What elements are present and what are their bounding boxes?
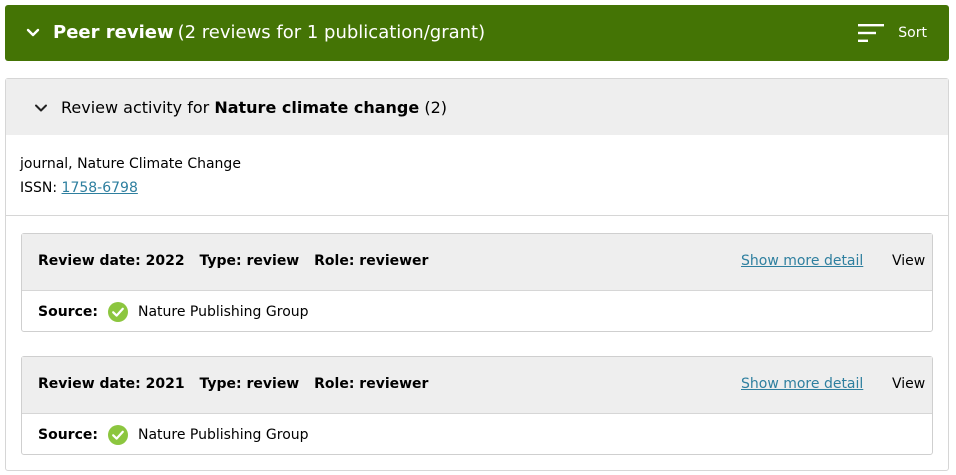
issn-line: ISSN: 1758-6798: [20, 176, 241, 200]
issn-link[interactable]: 1758-6798: [62, 180, 138, 196]
review-type: Type: review: [199, 376, 300, 392]
group-count: (2): [424, 98, 447, 117]
sort-label: Sort: [898, 25, 927, 41]
review-date: Review date: 2021: [38, 376, 185, 392]
source-value: Nature Publishing Group: [137, 304, 309, 320]
review-source: Source: Nature Publishing Group: [38, 424, 309, 446]
review-group-card: Review activity for Nature climate chang…: [5, 78, 949, 471]
source-label: Source:: [38, 427, 98, 443]
source-value: Nature Publishing Group: [137, 427, 309, 443]
review-group-header[interactable]: Review activity for Nature climate chang…: [6, 79, 948, 135]
sort-icon: [858, 24, 885, 42]
review-item: Review date: 2022 Type: review Role: rev…: [21, 233, 933, 332]
section-count: (2 reviews for 1 publication/grant): [177, 22, 486, 43]
review-role: Role: reviewer: [314, 253, 429, 269]
section-title-label: Peer review: [53, 22, 174, 43]
peer-review-header[interactable]: Peer review (2 reviews for 1 publication/…: [5, 5, 949, 61]
check-circle-icon: [107, 425, 128, 445]
journal-meta: journal, Nature Climate Change ISSN: 175…: [20, 152, 241, 200]
review-type: Type: review: [199, 253, 300, 269]
review-group-title: Review activity for Nature climate chang…: [61, 97, 447, 119]
review-date: Review date: 2022: [38, 253, 185, 269]
review-facts: Review date: 2021 Type: review Role: rev…: [38, 376, 438, 392]
review-source: Source: Nature Publishing Group: [38, 301, 309, 323]
view-button[interactable]: View: [892, 253, 925, 269]
journal-name: Nature climate change: [214, 98, 420, 117]
chevron-down-icon[interactable]: [34, 101, 48, 115]
group-prefix: Review activity for: [61, 98, 210, 117]
review-role: Role: reviewer: [314, 376, 429, 392]
section-title: Peer review (2 reviews for 1 publication/…: [53, 21, 485, 45]
review-item-header: Review date: 2022 Type: review Role: rev…: [22, 234, 932, 291]
view-button[interactable]: View: [892, 376, 925, 392]
journal-type-line: journal, Nature Climate Change: [20, 156, 241, 172]
review-item-header: Review date: 2021 Type: review Role: rev…: [22, 357, 932, 414]
issn-label: ISSN:: [20, 180, 58, 196]
show-more-detail-link[interactable]: Show more detail: [741, 253, 863, 269]
divider: [6, 215, 948, 216]
review-item: Review date: 2021 Type: review Role: rev…: [21, 356, 933, 455]
check-circle-icon: [107, 302, 128, 322]
chevron-down-icon[interactable]: [25, 25, 41, 41]
sort-button[interactable]: Sort: [858, 21, 927, 45]
review-facts: Review date: 2022 Type: review Role: rev…: [38, 253, 438, 269]
source-label: Source:: [38, 304, 98, 320]
show-more-detail-link[interactable]: Show more detail: [741, 376, 863, 392]
